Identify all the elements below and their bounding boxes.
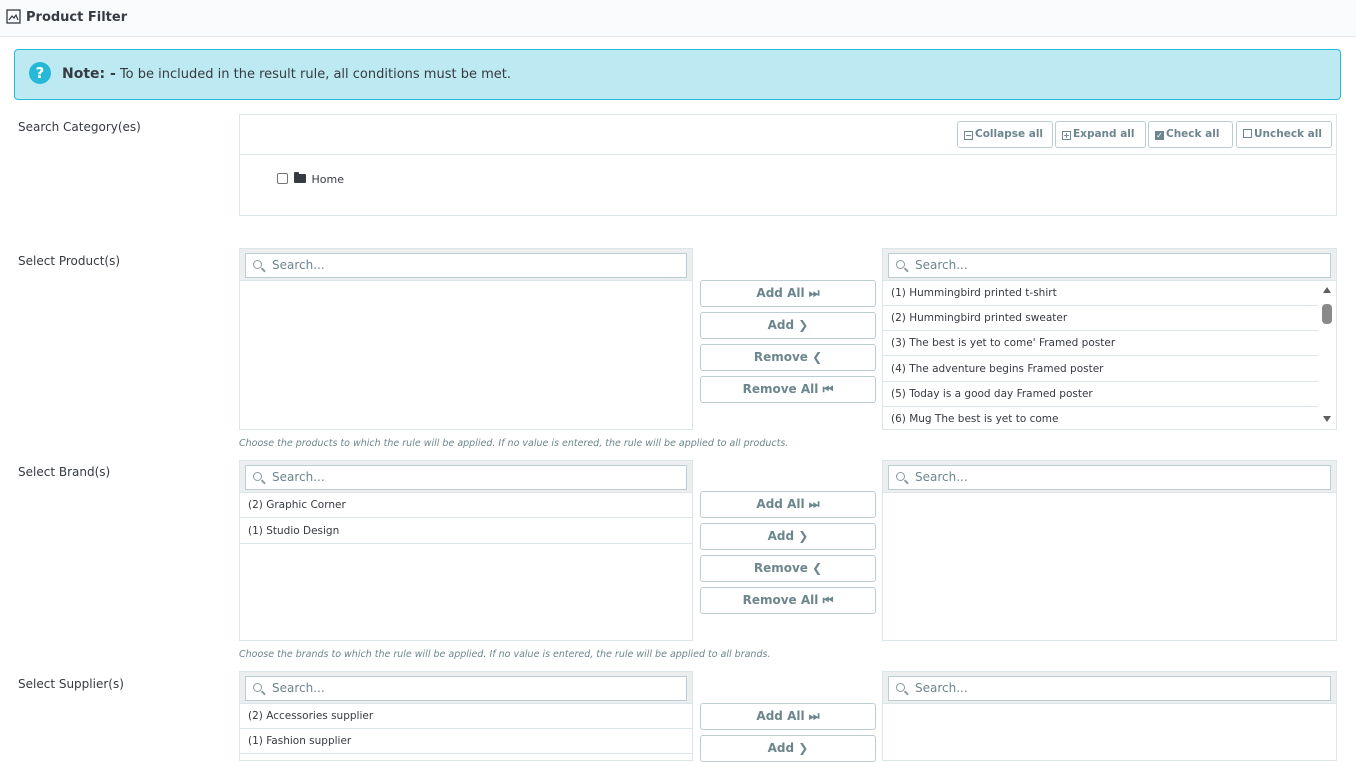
brands-selected-search-input[interactable]: Search... bbox=[888, 465, 1331, 490]
products-available-list: Search... bbox=[239, 248, 693, 430]
search-bar: Search... bbox=[883, 249, 1336, 281]
search-placeholder: Search... bbox=[915, 258, 968, 272]
category-tree-panel: − Collapse all + Expand all ✓ Check all Unc… bbox=[239, 114, 1337, 216]
search-icon bbox=[896, 260, 905, 269]
list-item[interactable]: (5) Today is a good day Framed poster bbox=[883, 382, 1319, 407]
search-placeholder: Search... bbox=[272, 681, 325, 695]
list-item[interactable]: (1) Hummingbird printed t-shirt bbox=[883, 281, 1319, 306]
brands-hint: Choose the brands to which the rule will… bbox=[239, 649, 771, 660]
collapse-all-label: Collapse all bbox=[975, 128, 1044, 140]
search-icon bbox=[253, 683, 262, 692]
brands-remove-all-button[interactable]: Remove All ⏮ bbox=[700, 587, 876, 614]
uncheck-all-label: Uncheck all bbox=[1254, 128, 1322, 140]
products-add-all-button[interactable]: Add All ⏭ bbox=[700, 280, 876, 307]
search-placeholder: Search... bbox=[915, 470, 968, 484]
note-text: To be included in the result rule, all c… bbox=[119, 67, 511, 82]
tree-node-checkbox[interactable] bbox=[277, 173, 288, 184]
brands-remove-button[interactable]: Remove ❮ bbox=[700, 555, 876, 582]
scroll-up-arrow-icon[interactable] bbox=[1323, 287, 1331, 293]
suppliers-available-search-input[interactable]: Search... bbox=[245, 676, 687, 701]
brands-available-search-input[interactable]: Search... bbox=[245, 465, 687, 490]
scrollbar[interactable] bbox=[1318, 281, 1336, 429]
search-bar: Search... bbox=[240, 672, 692, 704]
products-selected-list: Search... (1) Hummingbird printed t-shir… bbox=[882, 248, 1337, 430]
suppliers-selected-list: Search... bbox=[882, 671, 1337, 761]
search-icon bbox=[896, 683, 905, 692]
check-all-button[interactable]: ✓ Check all bbox=[1148, 121, 1233, 148]
collapse-all-button[interactable]: − Collapse all bbox=[957, 121, 1053, 148]
products-add-button[interactable]: Add ❯ bbox=[700, 312, 876, 339]
products-selected-search-input[interactable]: Search... bbox=[888, 253, 1331, 278]
note-alert: ? Note: - To be included in the result r… bbox=[14, 49, 1341, 100]
products-remove-all-button[interactable]: Remove All ⏮ bbox=[700, 376, 876, 403]
suppliers-selected-search-input[interactable]: Search... bbox=[888, 676, 1331, 701]
note-text-wrap: Note: - To be included in the result rul… bbox=[62, 66, 511, 82]
list-item[interactable]: (2) Accessories supplier bbox=[240, 704, 692, 729]
check-all-label: Check all bbox=[1166, 128, 1220, 140]
category-label: Search Category(es) bbox=[18, 120, 141, 134]
search-placeholder: Search... bbox=[272, 258, 325, 272]
suppliers-add-button[interactable]: Add ❯ bbox=[700, 735, 876, 762]
search-icon bbox=[253, 472, 262, 481]
image-icon bbox=[6, 9, 21, 24]
search-placeholder: Search... bbox=[915, 681, 968, 695]
list-item[interactable]: (1) Studio Design bbox=[240, 519, 692, 544]
search-bar: Search... bbox=[883, 461, 1336, 493]
search-icon bbox=[253, 260, 262, 269]
products-label: Select Product(s) bbox=[18, 254, 121, 268]
products-hint: Choose the products to which the rule wi… bbox=[239, 438, 789, 449]
unchecked-box-icon bbox=[1243, 129, 1252, 138]
panel-header: Product Filter bbox=[0, 0, 1356, 37]
list-item[interactable]: (6) Mug The best is yet to come bbox=[883, 407, 1319, 429]
list-item[interactable]: (2) Graphic Corner bbox=[240, 493, 692, 518]
list-item[interactable]: (4) The adventure begins Framed poster bbox=[883, 357, 1319, 382]
panel-title: Product Filter bbox=[26, 10, 128, 25]
uncheck-all-button[interactable]: Uncheck all bbox=[1236, 121, 1332, 148]
brands-label: Select Brand(s) bbox=[18, 465, 111, 479]
brands-add-all-button[interactable]: Add All ⏭ bbox=[700, 491, 876, 518]
list-item[interactable]: (1) Fashion supplier bbox=[240, 729, 692, 754]
expand-all-button[interactable]: + Expand all bbox=[1055, 121, 1146, 148]
tree-node-label: Home bbox=[311, 173, 344, 186]
tree-node-home[interactable]: Home bbox=[277, 172, 344, 186]
list-item[interactable]: (3) The best is yet to come' Framed post… bbox=[883, 331, 1319, 356]
list-item[interactable]: (2) Hummingbird printed sweater bbox=[883, 306, 1319, 331]
search-bar: Search... bbox=[883, 672, 1336, 704]
products-remove-button[interactable]: Remove ❮ bbox=[700, 344, 876, 371]
brands-available-list: Search... (2) Graphic Corner (1) Studio … bbox=[239, 460, 693, 641]
brands-add-button[interactable]: Add ❯ bbox=[700, 523, 876, 550]
search-placeholder: Search... bbox=[272, 470, 325, 484]
suppliers-add-all-button[interactable]: Add All ⏭ bbox=[700, 703, 876, 730]
search-bar: Search... bbox=[240, 249, 692, 281]
checked-box-icon: ✓ bbox=[1155, 131, 1164, 140]
scroll-down-arrow-icon[interactable] bbox=[1323, 416, 1331, 422]
folder-icon bbox=[294, 172, 306, 183]
note-label: Note: - bbox=[62, 66, 116, 82]
expand-all-label: Expand all bbox=[1073, 128, 1135, 140]
collapse-icon: − bbox=[964, 131, 973, 140]
search-icon bbox=[896, 472, 905, 481]
category-toolbar: − Collapse all + Expand all ✓ Check all Unc… bbox=[240, 115, 1336, 155]
suppliers-available-list: Search... (2) Accessories supplier (1) F… bbox=[239, 671, 693, 761]
scrollbar-thumb[interactable] bbox=[1322, 304, 1332, 324]
suppliers-label: Select Supplier(s) bbox=[18, 677, 124, 691]
expand-icon: + bbox=[1062, 131, 1071, 140]
products-available-search-input[interactable]: Search... bbox=[245, 253, 687, 278]
search-bar: Search... bbox=[240, 461, 692, 493]
brands-selected-list: Search... bbox=[882, 460, 1337, 641]
question-icon: ? bbox=[29, 62, 51, 84]
